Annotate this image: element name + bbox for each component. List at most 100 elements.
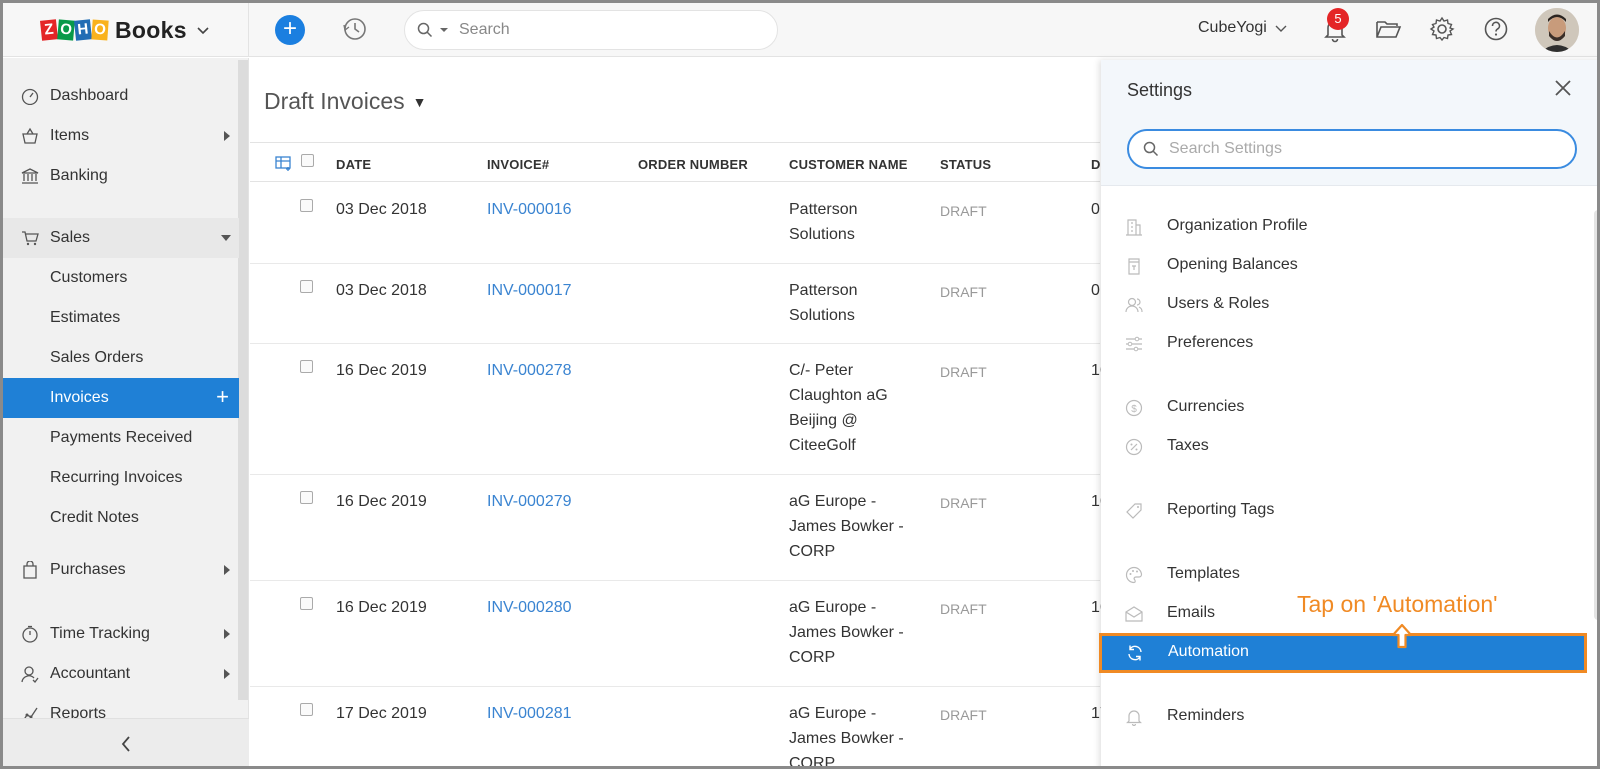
sidebar-scrollbar[interactable] <box>238 60 248 700</box>
settings-item-label: Preferences <box>1167 334 1254 351</box>
organization-switcher[interactable]: CubeYogi <box>1198 19 1287 37</box>
row-checkbox[interactable] <box>300 360 313 373</box>
accountant-icon <box>21 666 39 683</box>
logo-letter: Z <box>39 19 59 41</box>
invoice-date: 17 Dec 2019 <box>336 705 427 722</box>
sidebar-item-credit-notes[interactable]: Credit Notes <box>3 498 239 538</box>
settings-item-taxes[interactable]: Taxes <box>1101 427 1591 467</box>
sidebar-item-banking[interactable]: Banking <box>3 156 239 196</box>
select-all-checkbox[interactable] <box>301 154 314 167</box>
sidebar-item-sales-orders[interactable]: Sales Orders <box>3 338 239 378</box>
sidebar-item-sales[interactable]: Sales <box>3 218 239 258</box>
gear-icon[interactable] <box>1428 15 1456 43</box>
column-header-status[interactable]: STATUS <box>940 157 991 172</box>
row-checkbox[interactable] <box>300 491 313 504</box>
help-icon[interactable] <box>1482 15 1510 43</box>
invoice-number-link[interactable]: INV-000281 <box>487 701 572 726</box>
sidebar-item-label: Time Tracking <box>50 625 150 642</box>
column-header-customer-name[interactable]: CUSTOMER NAME <box>789 157 908 172</box>
folder-icon[interactable] <box>1374 15 1402 43</box>
history-icon[interactable] <box>341 15 369 43</box>
invoice-number-link[interactable]: INV-000016 <box>487 197 572 222</box>
sidebar-item-customers[interactable]: Customers <box>3 258 239 298</box>
column-header-due-date[interactable]: D <box>1091 157 1101 172</box>
global-search[interactable] <box>404 10 778 50</box>
settings-search[interactable] <box>1127 129 1577 169</box>
invoice-number-link[interactable]: INV-000278 <box>487 358 572 383</box>
row-checkbox[interactable] <box>300 703 313 716</box>
sliders-icon <box>1126 336 1142 352</box>
sidebar-item-items[interactable]: Items <box>3 116 239 156</box>
chevron-left-icon <box>121 736 130 752</box>
settings-item-preferences[interactable]: Preferences <box>1101 324 1591 364</box>
table-row[interactable]: 16 Dec 2019 INV-000278 C/- Peter Claught… <box>250 344 1109 475</box>
close-icon[interactable] <box>1553 78 1573 98</box>
settings-item-automation[interactable]: Automation <box>1099 633 1587 673</box>
column-header-order-number[interactable]: ORDER NUMBER <box>638 157 748 172</box>
settings-item-organization-profile[interactable]: Organization Profile <box>1101 207 1591 247</box>
sidebar-item-invoices[interactable]: Invoices + <box>3 378 239 418</box>
cart-icon <box>22 231 39 246</box>
tag-icon <box>1126 503 1142 519</box>
table-row[interactable]: 16 Dec 2019 INV-000279 aG Europe - James… <box>250 475 1109 581</box>
sidebar-item-payments-received[interactable]: Payments Received <box>3 418 239 458</box>
sidebar-item-estimates[interactable]: Estimates <box>3 298 239 338</box>
table-row[interactable]: 16 Dec 2019 INV-000280 aG Europe - James… <box>250 581 1109 687</box>
customer-name-line: Beijing @ <box>789 412 858 429</box>
sidebar-item-accountant[interactable]: Accountant <box>3 654 239 694</box>
invoice-date: 03 Dec 2018 <box>336 201 427 218</box>
status-badge: DRAFT <box>940 707 987 723</box>
customer-name-line: CORP <box>789 649 836 666</box>
settings-item-users-roles[interactable]: Users & Roles <box>1101 285 1591 325</box>
status-badge: DRAFT <box>940 495 987 511</box>
settings-item-label: Organization Profile <box>1167 217 1308 234</box>
column-customize-icon[interactable] <box>275 155 293 171</box>
invoice-number-link[interactable]: INV-000279 <box>487 489 572 514</box>
customer-name-line: CiteeGolf <box>789 437 856 454</box>
add-invoice-plus-icon[interactable]: + <box>216 386 229 408</box>
customer-name: aG Europe - James Bowker - CORP <box>789 489 929 564</box>
invoice-number-link[interactable]: INV-000017 <box>487 278 572 303</box>
settings-scrollbar[interactable] <box>1594 210 1597 620</box>
column-header-invoice[interactable]: INVOICE# <box>487 157 549 172</box>
logo-letter: H <box>73 19 93 41</box>
customer-name: Patterson Solutions <box>789 197 929 247</box>
row-checkbox[interactable] <box>300 597 313 610</box>
settings-item-label: Templates <box>1167 565 1240 582</box>
avatar[interactable] <box>1535 8 1579 52</box>
app-window: Z O H O Books + CubeYogi 5 <box>0 0 1600 769</box>
table-row[interactable]: 03 Dec 2018 INV-000016 Patterson Solutio… <box>250 183 1100 264</box>
view-selector[interactable]: Draft Invoices ▼ <box>264 88 426 115</box>
table-row[interactable]: 03 Dec 2018 INV-000017 Patterson Solutio… <box>250 264 1100 344</box>
invoice-number-link[interactable]: INV-000280 <box>487 595 572 620</box>
sidebar-item-purchases[interactable]: Purchases <box>3 550 239 590</box>
sidebar-item-dashboard[interactable]: Dashboard <box>3 76 239 116</box>
sidebar-item-label: Payments Received <box>50 429 193 446</box>
settings-item-opening-balances[interactable]: Opening Balances <box>1101 246 1591 286</box>
sidebar-item-time-tracking[interactable]: Time Tracking <box>3 614 239 654</box>
table-row[interactable]: 17 Dec 2019 INV-000281 aG Europe - James… <box>250 687 1109 766</box>
settings-item-templates[interactable]: Templates <box>1101 555 1591 595</box>
column-header-date[interactable]: DATE <box>336 157 371 172</box>
customer-name-line: Solutions <box>789 226 855 243</box>
caret-down-icon[interactable] <box>439 25 449 35</box>
search-icon <box>417 22 433 38</box>
row-checkbox[interactable] <box>300 280 313 293</box>
chevron-down-icon <box>197 27 209 35</box>
sidebar-item-recurring-invoices[interactable]: Recurring Invoices <box>3 458 239 498</box>
settings-item-currencies[interactable]: $ Currencies <box>1101 388 1591 428</box>
customer-name-line: James Bowker - <box>789 730 904 747</box>
settings-item-reminders[interactable]: Reminders <box>1101 697 1591 737</box>
settings-search-input[interactable] <box>1169 140 1549 158</box>
bank-icon <box>21 168 39 184</box>
refresh-icon <box>1128 645 1142 661</box>
settings-panel: Settings Organization Profile Opening Ba… <box>1099 60 1597 766</box>
quick-create-button[interactable]: + <box>275 15 305 45</box>
collapse-sidebar-button[interactable] <box>3 718 249 766</box>
search-input[interactable] <box>459 21 739 39</box>
caret-down-icon <box>221 235 231 241</box>
brand-switcher[interactable]: Z O H O Books <box>3 3 249 57</box>
settings-item-label: Currencies <box>1167 398 1245 415</box>
row-checkbox[interactable] <box>300 199 313 212</box>
settings-item-reporting-tags[interactable]: Reporting Tags <box>1101 491 1591 531</box>
